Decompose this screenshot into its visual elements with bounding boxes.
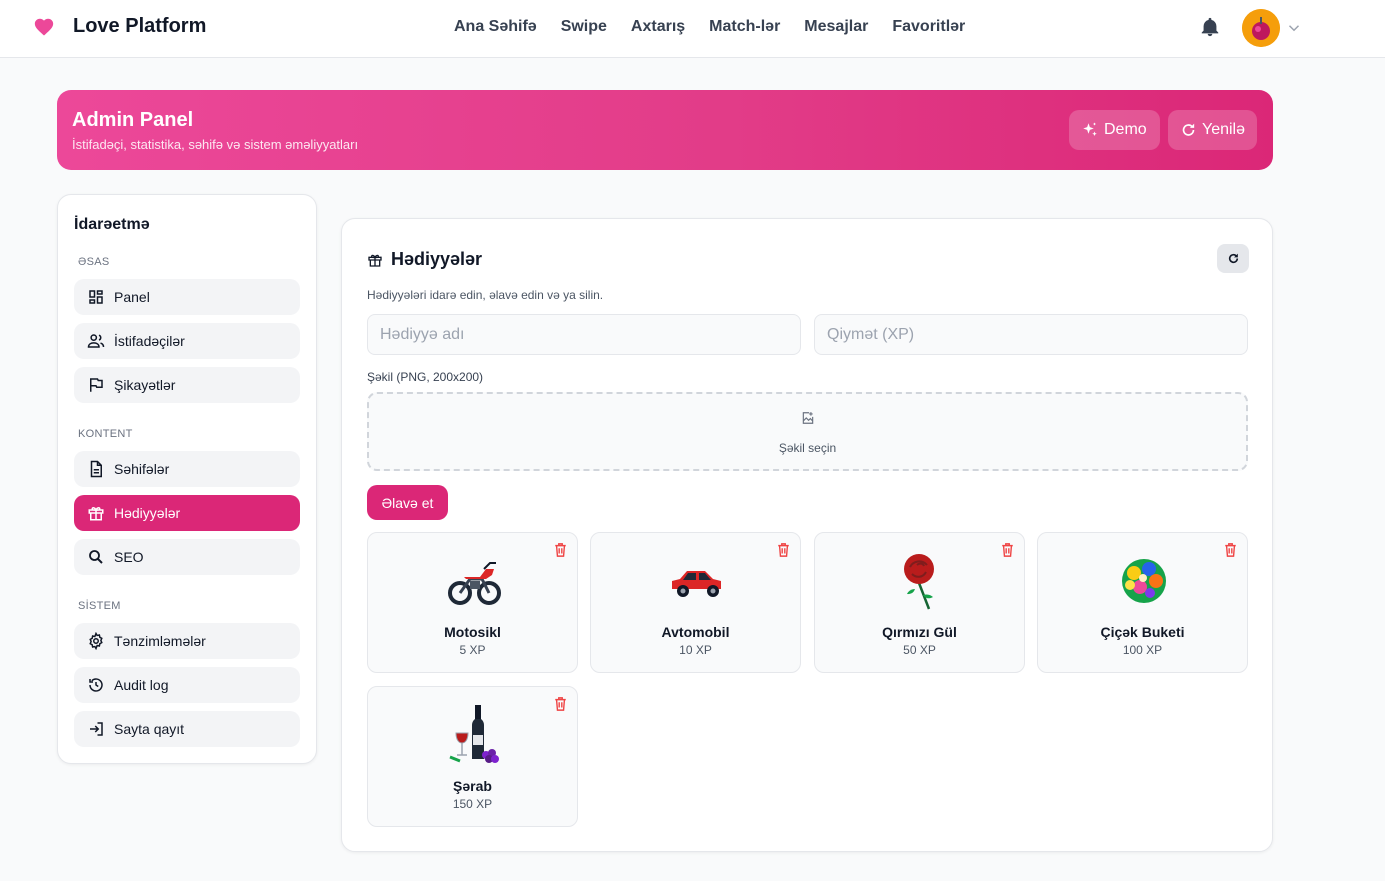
admin-banner: Admin Panel İstifadəçi, statistika, səhi… <box>57 90 1273 170</box>
gear-icon <box>89 632 103 650</box>
refresh-button[interactable]: Yenilə <box>1168 110 1257 150</box>
gift-name: Şərab <box>453 778 492 794</box>
document-icon <box>90 460 102 478</box>
bouquet-icon <box>1122 559 1166 603</box>
motorcycle-icon <box>448 562 501 605</box>
gift-name: Motosikl <box>444 624 501 640</box>
nav-home[interactable]: Ana Səhifə <box>454 18 537 36</box>
admin-sidebar: İdarəetmə ƏSAS Panel İstifadəçilər Şikay… <box>57 194 317 764</box>
sidebar-item-users[interactable]: İstifadəçilər <box>74 323 300 359</box>
page-title: Admin Panel <box>72 109 194 131</box>
nav-swipe[interactable]: Swipe <box>561 18 607 36</box>
gift-card: Şərab 150 XP <box>367 686 578 827</box>
exit-icon <box>90 722 103 736</box>
sidebar-item-gifts[interactable]: Hədiyyələr <box>74 495 300 531</box>
image-dropzone[interactable]: Şəkil seçin <box>367 392 1248 471</box>
sidebar-item-pages[interactable]: Səhifələr <box>74 451 300 487</box>
gift-price: 10 XP <box>679 643 712 657</box>
trash-icon[interactable] <box>1001 543 1014 557</box>
sidebar-item-settings[interactable]: Tənzimləmələr <box>74 623 300 659</box>
chevron-down-icon[interactable] <box>1285 19 1303 37</box>
sidebar-item-seo[interactable]: SEO <box>74 539 300 575</box>
gift-price: 50 XP <box>903 643 936 657</box>
trash-icon[interactable] <box>554 697 567 711</box>
sidebar-item-back-to-site[interactable]: Sayta qayıt <box>74 711 300 747</box>
panel-description: Hədiyyələri idarə edin, əlavə edin və ya… <box>367 288 604 302</box>
demo-button[interactable]: Demo <box>1069 110 1160 150</box>
heart-logo-icon <box>34 18 54 36</box>
sparkles-icon <box>1083 122 1097 136</box>
gift-card: Avtomobil 10 XP <box>590 532 801 673</box>
trash-icon[interactable] <box>777 543 790 557</box>
refresh-icon <box>1182 123 1195 136</box>
gift-name-input[interactable] <box>367 314 801 355</box>
trash-icon[interactable] <box>554 543 567 557</box>
section-label-main: ƏSAS <box>78 256 110 268</box>
gift-card: Motosikl 5 XP <box>367 532 578 673</box>
sidebar-item-label: SEO <box>114 549 144 565</box>
sidebar-item-audit-log[interactable]: Audit log <box>74 667 300 703</box>
gift-name: Çiçək Buketi <box>1100 624 1185 640</box>
gift-name: Avtomobil <box>661 624 730 640</box>
refresh-label: Yenilə <box>1201 121 1245 138</box>
gift-name: Qırmızı Gül <box>882 624 957 640</box>
sidebar-item-panel[interactable]: Panel <box>74 279 300 315</box>
sidebar-item-label: Səhifələr <box>114 461 170 477</box>
sidebar-item-reports[interactable]: Şikayətlər <box>74 367 300 403</box>
sidebar-item-label: Tənzimləmələr <box>114 633 206 649</box>
sidebar-item-label: Şikayətlər <box>114 377 176 393</box>
add-gift-button[interactable]: Əlavə et <box>367 485 448 520</box>
sidebar-item-label: Panel <box>114 289 150 305</box>
users-icon <box>87 334 105 348</box>
refresh-icon <box>1228 253 1238 264</box>
demo-label: Demo <box>1104 121 1147 138</box>
brand-name: Love Platform <box>73 15 207 37</box>
gift-price-input[interactable] <box>814 314 1248 355</box>
sidebar-title: İdarəetmə <box>74 216 150 233</box>
search-icon <box>89 550 103 564</box>
gift-card: Qırmızı Gül 50 XP <box>814 532 1025 673</box>
wine-icon <box>449 705 499 763</box>
nav-messages[interactable]: Mesajlar <box>804 18 868 36</box>
image-field-label: Şəkil (PNG, 200x200) <box>367 370 484 384</box>
avatar[interactable] <box>1242 9 1280 47</box>
gift-price: 100 XP <box>1122 643 1163 657</box>
gift-icon <box>368 254 382 267</box>
sidebar-item-label: İstifadəçilər <box>114 333 185 349</box>
flag-icon <box>90 378 103 392</box>
sidebar-item-label: Hədiyyələr <box>114 505 181 521</box>
image-add-icon <box>802 412 814 424</box>
bell-icon[interactable] <box>1199 16 1221 38</box>
rose-icon <box>904 554 934 610</box>
gift-card: Çiçək Buketi 100 XP <box>1037 532 1248 673</box>
dashboard-icon <box>89 290 103 304</box>
section-label-content: KONTENT <box>78 428 133 440</box>
sidebar-item-label: Audit log <box>114 677 169 693</box>
car-icon <box>672 571 721 597</box>
gift-price: 150 XP <box>452 797 493 811</box>
gifts-panel: Hədiyyələr Hədiyyələri idarə edin, əlavə… <box>341 218 1273 852</box>
trash-icon[interactable] <box>1224 543 1237 557</box>
section-label-system: SİSTEM <box>78 600 121 612</box>
top-navbar: Love Platform Ana Səhifə Swipe Axtarış M… <box>0 0 1385 58</box>
page-subtitle: İstifadəçi, statistika, səhifə və sistem… <box>72 137 359 152</box>
panel-header: Hədiyyələr <box>367 249 482 270</box>
panel-refresh-button[interactable] <box>1217 244 1249 273</box>
dropzone-label: Şəkil seçin <box>778 441 837 455</box>
history-icon <box>89 678 103 692</box>
gift-icon <box>88 507 104 521</box>
brand[interactable]: Love Platform <box>33 15 206 38</box>
gift-price: 5 XP <box>459 643 486 657</box>
panel-title: Hədiyyələr <box>391 249 483 269</box>
nav-search[interactable]: Axtarış <box>631 18 685 36</box>
nav-matches[interactable]: Match-lər <box>709 18 780 36</box>
nav-favorites[interactable]: Favoritlər <box>892 18 965 36</box>
sidebar-item-label: Sayta qayıt <box>114 721 185 737</box>
main-nav: Ana Səhifə Swipe Axtarış Match-lər Mesaj… <box>454 18 989 36</box>
